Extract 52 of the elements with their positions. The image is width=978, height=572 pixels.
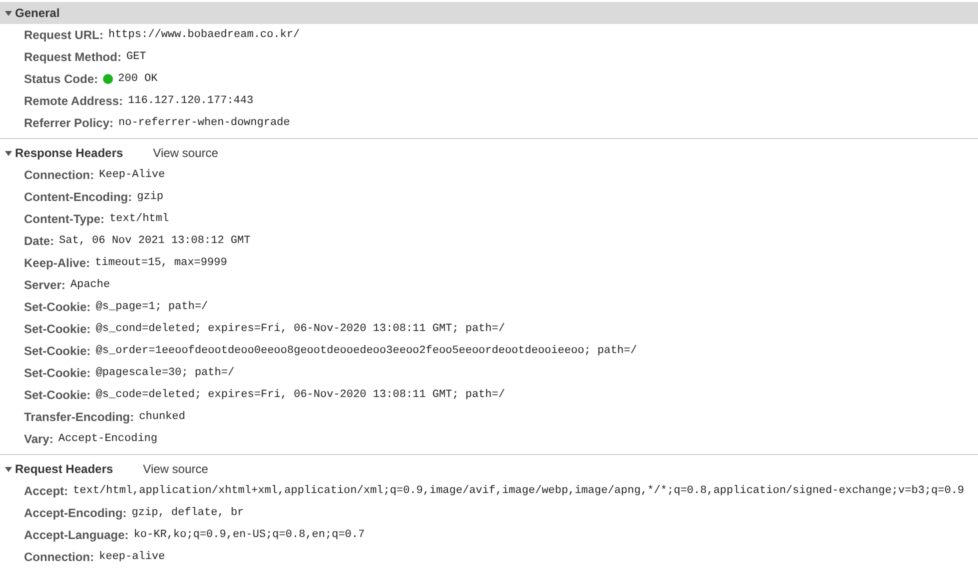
header-name: Set-Cookie: — [24, 365, 91, 382]
header-value: text/html,application/xhtml+xml,application/xml;q=0.9,image/avif,image/webp,image/apng,*/*;q=0.8,application/signed-exchange;v=b3;q=0.9 — [73, 484, 964, 499]
header-value: @pagescale=30; path=/ — [96, 366, 234, 381]
header-value: https://www.bobaedream.co.kr/ — [108, 28, 300, 43]
triangle-down-icon[interactable] — [5, 150, 12, 156]
header-name: Remote Address: — [24, 93, 123, 110]
header-name: Accept-Language: — [24, 527, 129, 544]
header-name: Server: — [24, 277, 66, 294]
header-value: GET — [126, 50, 146, 65]
section-header[interactable]: Request Headers View source — [0, 458, 978, 480]
header-value: timeout=15, max=9999 — [95, 256, 228, 271]
header-name: Connection: — [24, 549, 94, 566]
section-header[interactable]: General — [0, 2, 978, 24]
header-value: Accept-Encoding — [58, 432, 158, 447]
header-name: Set-Cookie: — [24, 343, 91, 360]
header-value: gzip — [136, 190, 164, 205]
header-value: Apache — [70, 278, 110, 293]
view-source-link[interactable]: View source — [143, 460, 208, 478]
header-name: Connection: — [24, 167, 94, 184]
view-source-link[interactable]: View source — [153, 144, 218, 162]
header-value: @s_code=deleted; expires=Fri, 06-Nov-2020 13:08:11 GMT; path=/ — [96, 388, 505, 403]
header-value: Sat, 06 Nov 2021 13:08:12 GMT — [59, 234, 250, 249]
header-value: text/html — [109, 212, 169, 227]
header-value: 200 OK — [118, 72, 158, 87]
triangle-down-icon[interactable] — [5, 10, 12, 16]
header-name: Request Method: — [24, 49, 122, 66]
header-value: ko-KR,ko;q=0.9,en-US;q=0.8,en;q=0.7 — [134, 528, 365, 543]
section-header[interactable]: Response Headers View source — [0, 142, 978, 164]
header-name: Accept: — [24, 483, 68, 500]
header-name: Content-Encoding: — [24, 189, 132, 206]
header-value: @s_page=1; path=/ — [96, 300, 208, 315]
header-value: keep-alive — [99, 550, 166, 565]
header-name: Request URL: — [24, 27, 104, 44]
header-name: Content-Type: — [24, 211, 104, 228]
header-value: @s_cond=deleted; expires=Fri, 06-Nov-2020 13:08:11 GMT; path=/ — [96, 322, 505, 337]
header-name: Vary: — [24, 431, 54, 448]
header-name: Keep-Alive: — [24, 255, 90, 272]
triangle-down-icon[interactable] — [5, 466, 12, 472]
header-value: Keep-Alive — [99, 168, 166, 183]
header-value: gzip, deflate, br — [132, 506, 244, 521]
header-name: Accept-Encoding: — [24, 505, 127, 522]
header-name: Status Code: — [24, 71, 98, 88]
header-name: Set-Cookie: — [24, 299, 91, 316]
header-name: Set-Cookie: — [24, 387, 91, 404]
header-value: 116.127.120.177:443 — [128, 94, 254, 109]
header-name: Referrer Policy: — [24, 115, 114, 132]
header-value: @s_order=1eeoofdeootdeoo0eeoo8geootdeooedeoo3eeoo2feoo5eeoordeootdeooieeoo; path=/ — [96, 344, 637, 359]
header-name: Date: — [24, 233, 54, 250]
header-name: Transfer-Encoding: — [24, 409, 134, 426]
header-name: Set-Cookie: — [24, 321, 91, 338]
header-value: no-referrer-when-downgrade — [118, 116, 290, 131]
header-value: chunked — [139, 410, 186, 425]
